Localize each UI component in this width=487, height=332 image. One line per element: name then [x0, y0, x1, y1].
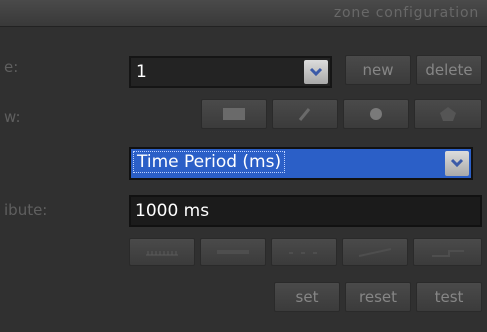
ruler-icon	[146, 251, 178, 256]
zone-select-value: 1	[136, 62, 147, 82]
panel-title: zone configuration	[333, 5, 479, 21]
draw-freehand-button[interactable]	[272, 99, 338, 129]
chevron-down-icon	[450, 158, 464, 168]
polygon-icon	[440, 107, 456, 121]
new-zone-button[interactable]: new	[345, 55, 411, 85]
zone-configuration-panel: zone configuration e: w: ibute: 1 new de…	[0, 0, 487, 332]
circle-icon	[370, 108, 382, 120]
attribute-label: ibute:	[4, 201, 48, 219]
property-select[interactable]: Time Period (ms)	[129, 147, 473, 180]
property-dropdown-button[interactable]	[445, 151, 469, 176]
line-icon	[217, 250, 249, 254]
property-select-value: Time Period (ms)	[133, 151, 286, 173]
zone-dropdown-button[interactable]	[304, 60, 328, 84]
reset-button[interactable]: reset	[345, 282, 411, 312]
ramp-icon	[358, 248, 392, 257]
chevron-down-icon	[309, 67, 323, 77]
rectangle-icon	[223, 108, 245, 120]
pencil-icon	[298, 108, 311, 121]
shape-dotted-button[interactable]	[271, 238, 337, 266]
zone-label: e:	[4, 58, 19, 76]
shape-ruler-button[interactable]	[129, 238, 195, 266]
draw-label: w:	[4, 108, 21, 126]
shape-line-button[interactable]	[200, 238, 266, 266]
step-icon	[431, 250, 464, 257]
draw-rectangle-button[interactable]	[201, 99, 267, 129]
dotted-line-icon	[289, 252, 317, 254]
set-button[interactable]: set	[274, 282, 340, 312]
attribute-input[interactable]	[129, 195, 482, 227]
panel-header: zone configuration	[0, 0, 487, 27]
delete-zone-button[interactable]: delete	[416, 55, 482, 85]
draw-polygon-button[interactable]	[414, 99, 482, 129]
shape-ramp-button[interactable]	[342, 238, 408, 266]
test-button[interactable]: test	[416, 282, 482, 312]
draw-circle-button[interactable]	[343, 99, 409, 129]
zone-select[interactable]: 1	[129, 56, 332, 88]
shape-step-button[interactable]	[413, 238, 482, 266]
